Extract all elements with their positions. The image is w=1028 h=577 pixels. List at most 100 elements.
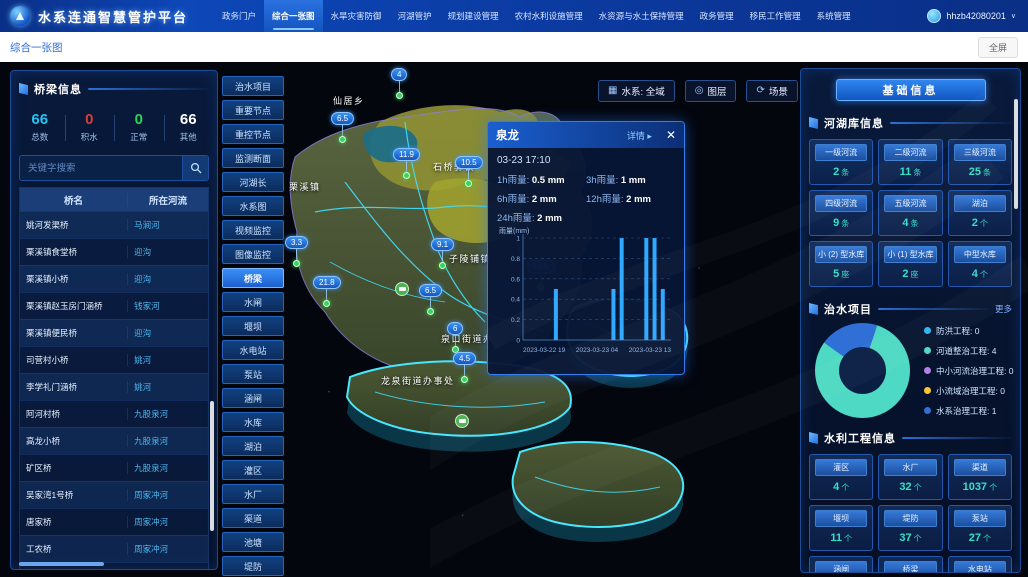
nav-item-0[interactable]: 政务门户 [214, 0, 264, 32]
search-button[interactable] [182, 156, 208, 180]
station-marker[interactable]: 6.5 [331, 112, 354, 143]
layer-item-0[interactable]: 治水项目 [222, 76, 284, 96]
nav-item-5[interactable]: 农村水利设施管理 [507, 0, 591, 32]
close-icon[interactable]: ✕ [666, 128, 676, 142]
table-row[interactable]: 矿区桥九股泉河 [20, 454, 208, 481]
station-marker[interactable]: 21.8 [313, 276, 341, 307]
layer-item-9[interactable]: 水闸 [222, 292, 284, 312]
river-cards: 一级河流2条二级河流11条三级河流25条四级河流9条五级河流4条湖泊2个小 (2… [801, 139, 1020, 287]
project-section-title: 治水项目 [824, 301, 872, 317]
layer-item-4[interactable]: 河湖长 [222, 172, 284, 192]
svg-text:1: 1 [516, 236, 520, 243]
layer-item-7[interactable]: 图像监控 [222, 244, 284, 264]
bridge-table: 桥名所在河流姚河发渠桥马涧河栗溪镇食堂桥迎沟栗溪镇小桥迎沟栗溪镇赵玉房门涵桥钱家… [19, 187, 209, 570]
user-menu[interactable]: hhzb42080201 ∨ [927, 9, 1016, 23]
table-vertical-scrollbar[interactable] [210, 401, 214, 531]
layer-item-8[interactable]: 桥梁 [222, 268, 284, 288]
table-row[interactable]: 司营村小桥姚河 [20, 346, 208, 373]
section-accent-icon [809, 117, 818, 129]
table-row[interactable]: 李学礼门涵桥姚河 [20, 373, 208, 400]
search-input[interactable] [20, 156, 182, 180]
layer-item-5[interactable]: 水系图 [222, 196, 284, 216]
project-more-link[interactable]: 更多 [995, 303, 1012, 315]
table-row[interactable]: 栗溪镇小桥迎沟 [20, 265, 208, 292]
layer-item-17[interactable]: 水厂 [222, 484, 284, 504]
popup-timestamp: 03-23 17:10 [497, 155, 675, 166]
map-control-button[interactable]: ⟳场景 [746, 80, 797, 102]
station-marker[interactable]: 10.5 [455, 156, 483, 187]
layer-item-15[interactable]: 湖泊 [222, 436, 284, 456]
card-label: 水电站 [954, 561, 1006, 573]
info-card: 堰坝11个 [809, 505, 873, 551]
river-name-cell: 姚河 [127, 354, 208, 366]
map-control-button[interactable]: ▦水系: 全域 [598, 80, 675, 102]
breadcrumb[interactable]: 综合一张图 [10, 40, 63, 55]
card-value: 5座 [810, 263, 872, 286]
river-name-cell: 钱家河 [127, 300, 208, 312]
table-row[interactable]: 唐家桥周家冲河 [20, 508, 208, 535]
layer-item-18[interactable]: 渠道 [222, 508, 284, 528]
popup-detail-link[interactable]: 详情 ▸ [627, 129, 652, 142]
table-row[interactable]: 栗溪镇便民桥迎沟 [20, 319, 208, 346]
map-control-button[interactable]: ◎图层 [685, 80, 737, 102]
marker-dot [396, 92, 403, 99]
card-label: 三级河流 [954, 144, 1006, 161]
table-row[interactable]: 高龙小桥九股泉河 [20, 427, 208, 454]
stat-value: 0 [114, 111, 164, 128]
station-marker[interactable]: 9.1 [431, 238, 454, 269]
marker-stem [342, 125, 343, 136]
station-marker[interactable]: 3.3 [285, 236, 308, 267]
nav-item-9[interactable]: 系统管理 [809, 0, 859, 32]
layer-item-13[interactable]: 涵闸 [222, 388, 284, 408]
nav-item-6[interactable]: 水资源与水土保持管理 [591, 0, 692, 32]
nav-item-3[interactable]: 河湖管护 [390, 0, 440, 32]
camera-icon[interactable] [395, 282, 409, 296]
base-info-button[interactable]: 基础信息 [836, 79, 986, 101]
user-name: hhzb42080201 [946, 11, 1006, 21]
nav-item-4[interactable]: 规划建设管理 [440, 0, 507, 32]
layer-item-2[interactable]: 重控节点 [222, 124, 284, 144]
stat-label: 正常 [114, 131, 164, 143]
bridge-stat: 66其他 [164, 107, 214, 151]
camera-icon[interactable] [455, 414, 469, 428]
info-card: 灌区4个 [809, 454, 873, 500]
nav-item-7[interactable]: 政务管理 [692, 0, 742, 32]
right-panel-scrollbar[interactable] [1014, 99, 1018, 209]
station-marker[interactable]: 4 [391, 68, 407, 99]
table-horizontal-scrollbar[interactable] [19, 562, 104, 566]
layer-item-14[interactable]: 水库 [222, 412, 284, 432]
card-value: 27个 [949, 527, 1011, 550]
layer-item-10[interactable]: 堰坝 [222, 316, 284, 336]
station-marker[interactable]: 4.5 [453, 352, 476, 383]
layer-item-12[interactable]: 泵站 [222, 364, 284, 384]
table-row[interactable]: 阿河村桥九股泉河 [20, 400, 208, 427]
bridge-name-cell: 栗溪镇小桥 [20, 273, 127, 285]
rain-metric: 1h雨量: 0.5 mm [497, 172, 586, 186]
platform-logo-icon [10, 6, 30, 26]
station-marker[interactable]: 11.9 [393, 148, 420, 179]
layer-item-16[interactable]: 灌区 [222, 460, 284, 480]
bridge-name-cell: 唐家桥 [20, 516, 127, 528]
layer-item-3[interactable]: 监测断面 [222, 148, 284, 168]
bridge-stat: 0积水 [65, 107, 115, 151]
marker-dot [465, 180, 472, 187]
nav-item-8[interactable]: 移民工作管理 [742, 0, 809, 32]
bridge-name-cell: 栗溪镇便民桥 [20, 327, 127, 339]
layer-item-6[interactable]: 视频监控 [222, 220, 284, 240]
table-row[interactable]: 姚河发渠桥马涧河 [20, 211, 208, 238]
layer-item-1[interactable]: 重要节点 [222, 100, 284, 120]
table-row[interactable]: 栗溪镇食堂桥迎沟 [20, 238, 208, 265]
station-marker[interactable]: 6 [447, 322, 463, 353]
fullscreen-button[interactable]: 全屏 [978, 37, 1018, 58]
layer-item-20[interactable]: 堤防 [222, 556, 284, 576]
layer-item-11[interactable]: 水电站 [222, 340, 284, 360]
card-value: 4条 [879, 212, 941, 235]
layer-item-19[interactable]: 池塘 [222, 532, 284, 552]
nav-item-1[interactable]: 综合一张图 [264, 0, 323, 32]
card-value: 32个 [879, 476, 941, 499]
table-row[interactable]: 栗溪镇赵玉房门涵桥钱家河 [20, 292, 208, 319]
nav-item-2[interactable]: 水旱灾害防御 [323, 0, 390, 32]
table-row[interactable]: 吴家湾1号桥周家冲河 [20, 481, 208, 508]
table-row[interactable]: 工农桥周家冲河 [20, 535, 208, 562]
station-marker[interactable]: 6.5 [419, 284, 442, 315]
